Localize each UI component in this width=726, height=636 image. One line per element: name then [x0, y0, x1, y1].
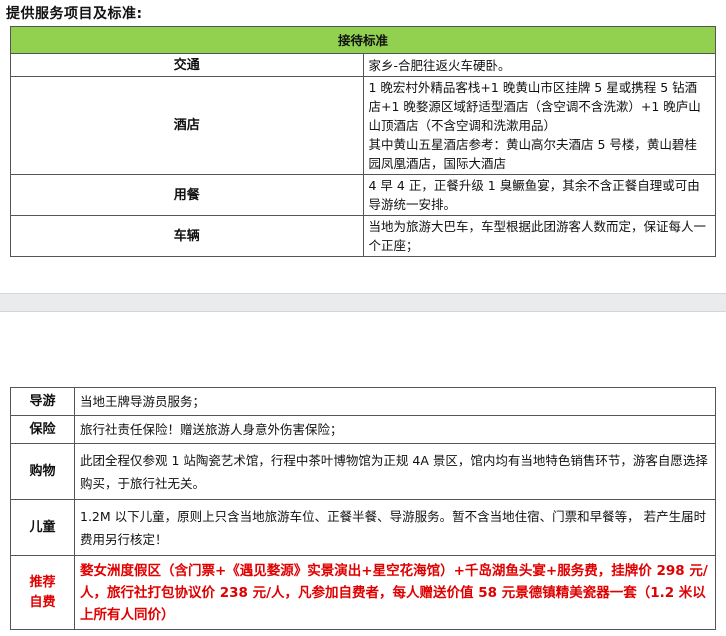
row-label-traffic: 交通 [10, 53, 364, 77]
table-row-meals: 用餐 4 早 4 正，正餐升级 1 臭鳜鱼宴，其余不含正餐自理或可由导游统一安排… [10, 174, 716, 216]
section-heading: 提供服务项目及标准: [6, 6, 143, 22]
row-value-children: 1.2M 以下儿童，原则上只含当地旅游车位、正餐半餐、导游服务。暂不含当地住宿、… [74, 499, 716, 556]
row-value-vehicle: 当地为旅游大巴车，车型根据此团游客人数而定，保证每人一个正座； [362, 215, 716, 257]
table-row-traffic: 交通 家乡-合肥往返火车硬卧。 [10, 53, 716, 77]
row-label-guide: 导游 [10, 387, 75, 416]
row-label-recommended-extras: 推荐 自费 [10, 555, 75, 630]
row-value-insurance: 旅行社责任保险！赠送旅游人身意外伤害保险； [74, 415, 716, 444]
row-label-shopping: 购物 [10, 443, 75, 500]
table-header-row: 接待标准 [10, 26, 716, 54]
row-label-children: 儿童 [10, 499, 75, 556]
row-label-meals: 用餐 [10, 174, 364, 216]
row-value-recommended-extras: 婺女洲度假区（含门票+《遇见婺源》实景演出+星空花海馆）+千岛湖鱼头宴+服务费，… [74, 555, 716, 630]
row-label-hotel: 酒店 [10, 76, 364, 175]
table-row-shopping: 购物 此团全程仅参观 1 站陶瓷艺术馆，行程中茶叶博物馆为正规 4A 景区，馆内… [10, 443, 716, 500]
row-value-guide: 当地王牌导游员服务； [74, 387, 716, 416]
row-value-meals: 4 早 4 正，正餐升级 1 臭鳜鱼宴，其余不含正餐自理或可由导游统一安排。 [362, 174, 716, 216]
label-line-2: 自费 [29, 594, 56, 610]
table-row-children: 儿童 1.2M 以下儿童，原则上只含当地旅游车位、正餐半餐、导游服务。暂不含当地… [10, 499, 716, 556]
row-value-traffic: 家乡-合肥往返火车硬卧。 [362, 53, 716, 77]
service-standard-table: 接待标准 交通 家乡-合肥往返火车硬卧。 酒店 1 晚宏村外精品客栈+1 晚黄山… [10, 26, 716, 257]
label-line-1: 推荐 [29, 574, 56, 590]
table-row-vehicle: 车辆 当地为旅游大巴车，车型根据此团游客人数而定，保证每人一个正座； [10, 215, 716, 257]
table-row-insurance: 保险 旅行社责任保险！赠送旅游人身意外伤害保险； [10, 415, 716, 444]
row-label-vehicle: 车辆 [10, 215, 364, 257]
row-label-insurance: 保险 [10, 415, 75, 444]
hotel-line-2: 其中黄山五星酒店参考：黄山高尔夫酒店 5 号楼，黄山碧桂园凤凰酒店，国际大酒店 [368, 137, 697, 171]
table-header-cell: 接待标准 [10, 26, 716, 54]
row-value-shopping: 此团全程仅参观 1 站陶瓷艺术馆，行程中茶叶博物馆为正规 4A 景区，馆内均有当… [74, 443, 716, 500]
table-row-hotel: 酒店 1 晚宏村外精品客栈+1 晚黄山市区挂牌 5 星或携程 5 钻酒店+1 晚… [10, 76, 716, 175]
service-standard-table-continued: 导游 当地王牌导游员服务； 保险 旅行社责任保险！赠送旅游人身意外伤害保险； 购… [10, 387, 716, 630]
page-break-band [0, 293, 726, 312]
table-row-guide: 导游 当地王牌导游员服务； [10, 387, 716, 416]
hotel-line-1: 1 晚宏村外精品客栈+1 晚黄山市区挂牌 5 星或携程 5 钻酒店+1 晚婺源区… [368, 80, 701, 133]
table-row-recommended-extras: 推荐 自费 婺女洲度假区（含门票+《遇见婺源》实景演出+星空花海馆）+千岛湖鱼头… [10, 555, 716, 630]
row-value-hotel: 1 晚宏村外精品客栈+1 晚黄山市区挂牌 5 星或携程 5 钻酒店+1 晚婺源区… [362, 76, 716, 175]
